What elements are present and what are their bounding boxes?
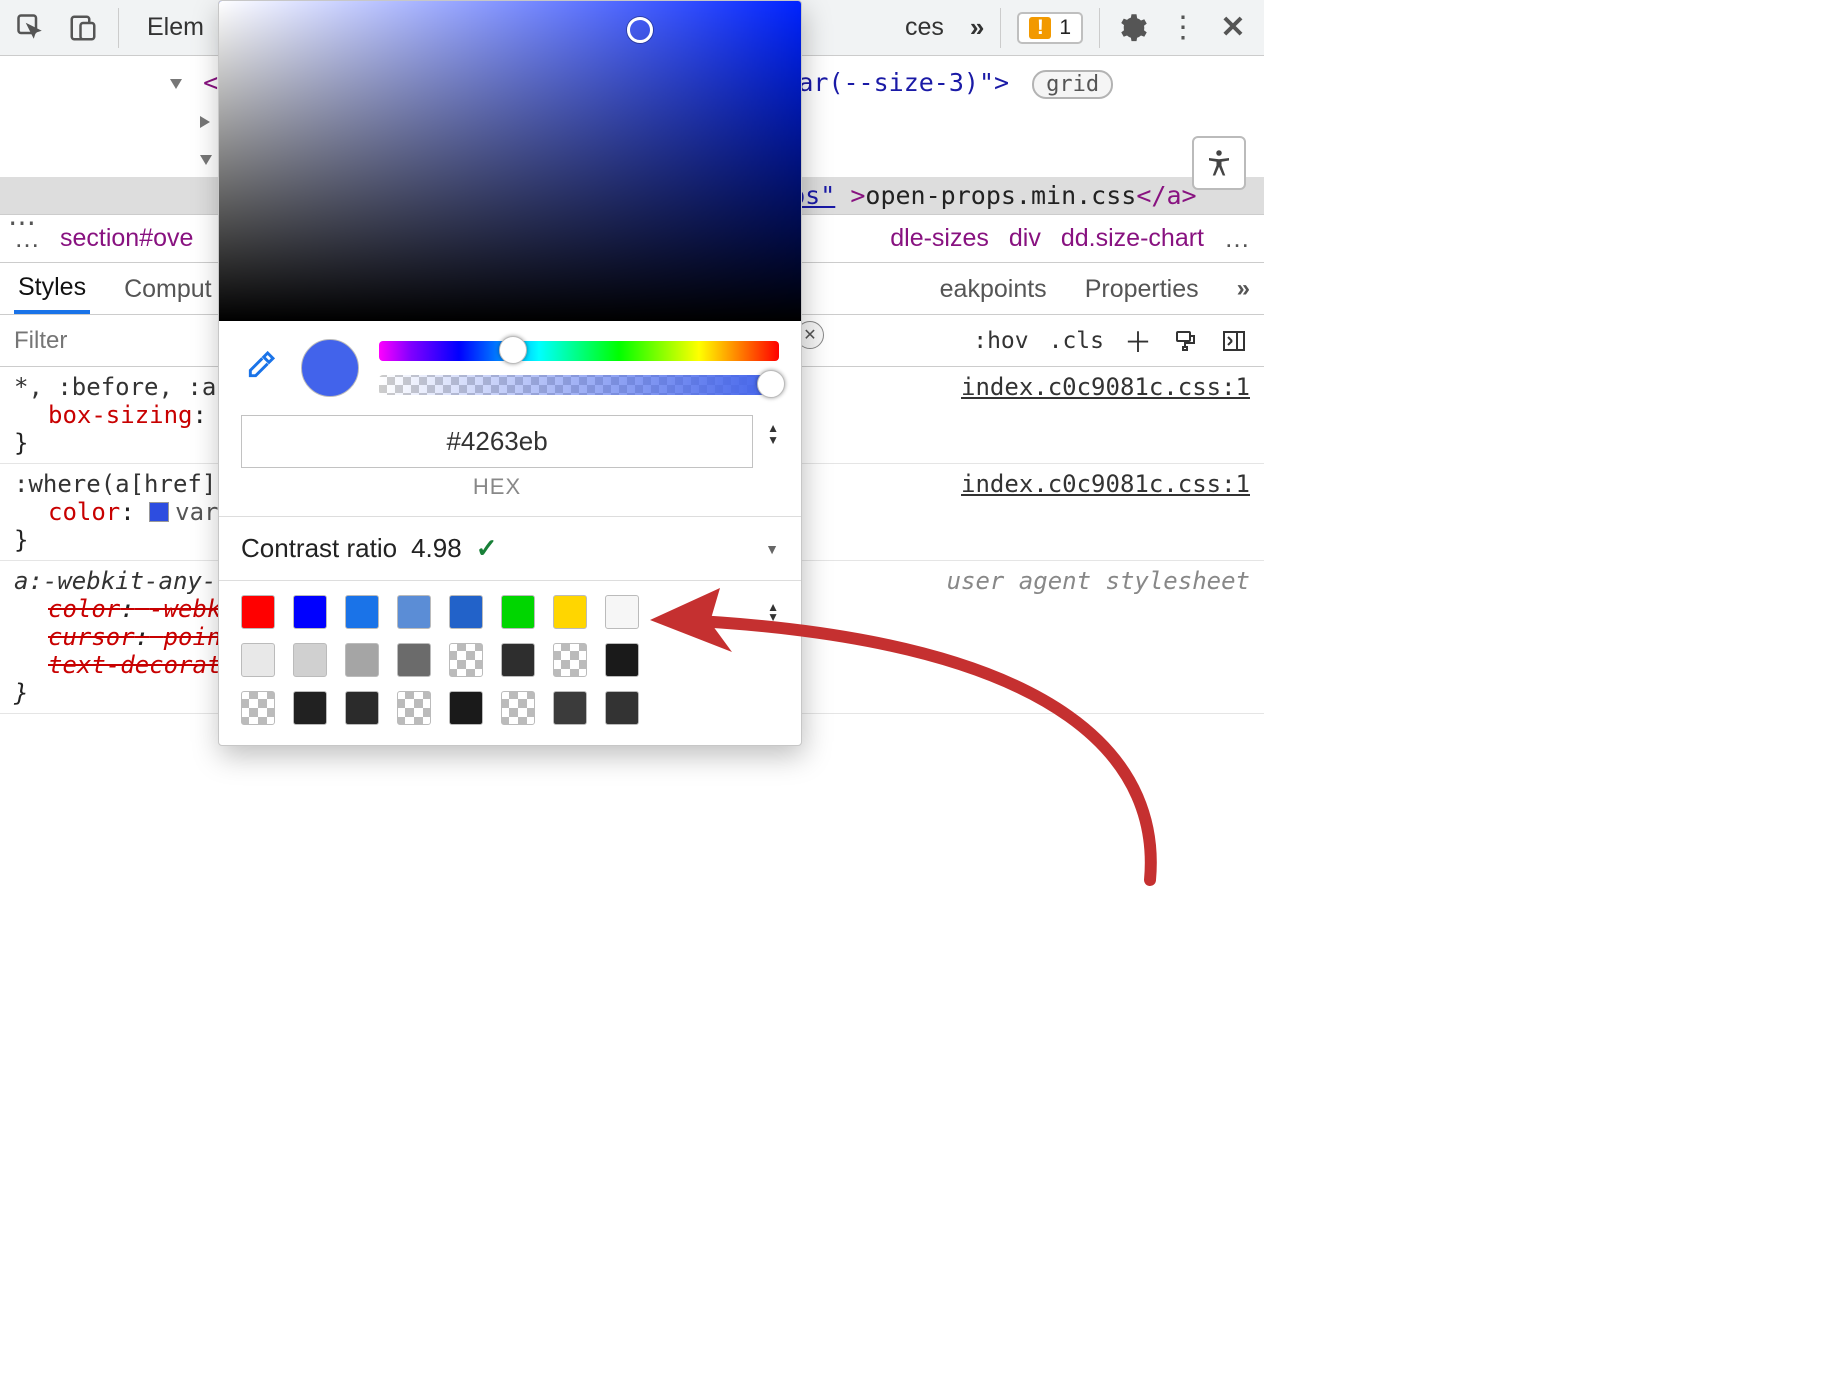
palette-swatch[interactable] [449, 691, 483, 725]
inspect-element-icon[interactable] [14, 11, 48, 45]
device-toolbar-icon[interactable] [66, 11, 100, 45]
check-icon: ✓ [476, 533, 498, 564]
swatch-row: ▲▼ [241, 595, 779, 629]
toolbar-separator [1099, 8, 1100, 48]
hue-slider[interactable] [379, 341, 779, 361]
palette-swatch[interactable] [553, 643, 587, 677]
palette-swatch[interactable] [501, 643, 535, 677]
palette-swatch[interactable] [345, 691, 379, 725]
tab-elements[interactable]: Elem [137, 13, 214, 42]
warning-icon: ! [1029, 17, 1051, 39]
color-format-switcher-icon[interactable]: ▲▼ [767, 415, 779, 445]
expand-contrast-icon[interactable]: ▼ [765, 541, 779, 557]
contrast-ratio-row[interactable]: Contrast ratio 4.98 ✓ ▼ [219, 516, 801, 581]
disclosure-triangle-icon[interactable] [200, 116, 210, 128]
sv-cursor-icon[interactable] [627, 17, 653, 43]
toolbar-separator [118, 8, 119, 48]
palette-swatch[interactable] [397, 643, 431, 677]
toolbar-separator [1000, 8, 1001, 48]
alpha-slider[interactable] [379, 375, 779, 395]
palette-swatch[interactable] [553, 691, 587, 725]
issues-count: 1 [1059, 16, 1071, 40]
disclosure-triangle-icon[interactable] [200, 155, 212, 165]
source-link[interactable]: index.c0c9081c.css:1 [961, 470, 1250, 498]
contrast-label: Contrast ratio [241, 533, 397, 564]
subtab-breakpoints[interactable]: eakpoints [936, 265, 1051, 312]
palette-swatch[interactable] [553, 595, 587, 629]
palette-swatch[interactable] [605, 643, 639, 677]
breadcrumb-item[interactable]: dle-sizes [890, 224, 989, 253]
user-agent-label: user agent stylesheet [947, 567, 1250, 595]
palette-swatch[interactable] [293, 595, 327, 629]
color-swatch-icon[interactable] [149, 502, 169, 522]
paint-icon[interactable] [1172, 327, 1200, 355]
breadcrumb-item[interactable]: section#ove [60, 224, 193, 253]
hov-toggle[interactable]: :hov [973, 328, 1028, 354]
palette-swatch[interactable] [293, 643, 327, 677]
kebab-menu-icon[interactable]: ⋮ [1166, 11, 1200, 45]
saturation-value-canvas[interactable] [219, 1, 801, 321]
eyedropper-icon[interactable] [241, 349, 281, 387]
palette-swatch[interactable] [501, 691, 535, 725]
palette-swatch[interactable] [241, 691, 275, 725]
palette-swatch[interactable] [397, 595, 431, 629]
palette-swatch[interactable] [241, 643, 275, 677]
subtab-styles[interactable]: Styles [14, 263, 90, 314]
palette-swatch[interactable] [241, 595, 275, 629]
palette-swatch[interactable] [293, 691, 327, 725]
more-subtabs-chevron-icon[interactable]: » [1237, 275, 1250, 303]
toggle-sidebar-icon[interactable] [1220, 327, 1248, 355]
breadcrumb-right-ellipsis[interactable]: … [1224, 223, 1250, 254]
palette-swatch[interactable] [397, 691, 431, 725]
gear-icon[interactable] [1116, 11, 1150, 45]
palette-swatch[interactable] [501, 595, 535, 629]
palette-swatch[interactable] [605, 595, 639, 629]
source-link[interactable]: index.c0c9081c.css:1 [961, 373, 1250, 401]
palette-swatch[interactable] [449, 643, 483, 677]
palette-swatch[interactable] [449, 595, 483, 629]
swatch-row [241, 643, 779, 677]
subtab-properties[interactable]: Properties [1081, 265, 1203, 312]
swatch-row [241, 691, 779, 725]
palette-switcher-icon[interactable]: ▲▼ [767, 602, 779, 622]
ellipsis-icon[interactable]: ⋯ [8, 206, 36, 239]
palette-swatch[interactable] [345, 643, 379, 677]
accessibility-icon[interactable] [1192, 136, 1246, 190]
hex-input[interactable] [241, 415, 753, 468]
new-style-rule-icon[interactable]: ＋ [1124, 327, 1152, 355]
grid-badge[interactable]: grid [1032, 70, 1113, 99]
palette-swatch[interactable] [345, 595, 379, 629]
issues-badge[interactable]: ! 1 [1017, 12, 1083, 44]
tab-right-fragment[interactable]: ces [895, 13, 954, 42]
contrast-value: 4.98 [411, 533, 462, 564]
cls-toggle[interactable]: .cls [1049, 328, 1104, 354]
more-tabs-chevron-icon[interactable]: » [970, 12, 984, 43]
color-format-label: HEX [473, 474, 521, 500]
current-color-swatch [301, 339, 359, 397]
palette-swatch[interactable] [605, 691, 639, 725]
breadcrumb-item[interactable]: div [1009, 224, 1041, 253]
palette-swatches: ▲▼ [219, 581, 801, 745]
slider-thumb-icon[interactable] [757, 370, 785, 398]
close-icon[interactable]: ✕ [1216, 11, 1250, 45]
breadcrumb-item[interactable]: dd.size-chart [1061, 224, 1204, 253]
disclosure-triangle-icon[interactable] [170, 79, 182, 89]
slider-thumb-icon[interactable] [499, 336, 527, 364]
color-picker-popover: HEX ▲▼ Contrast ratio 4.98 ✓ ▼ ▲▼ [218, 0, 802, 746]
subtab-computed[interactable]: Comput [120, 265, 216, 312]
